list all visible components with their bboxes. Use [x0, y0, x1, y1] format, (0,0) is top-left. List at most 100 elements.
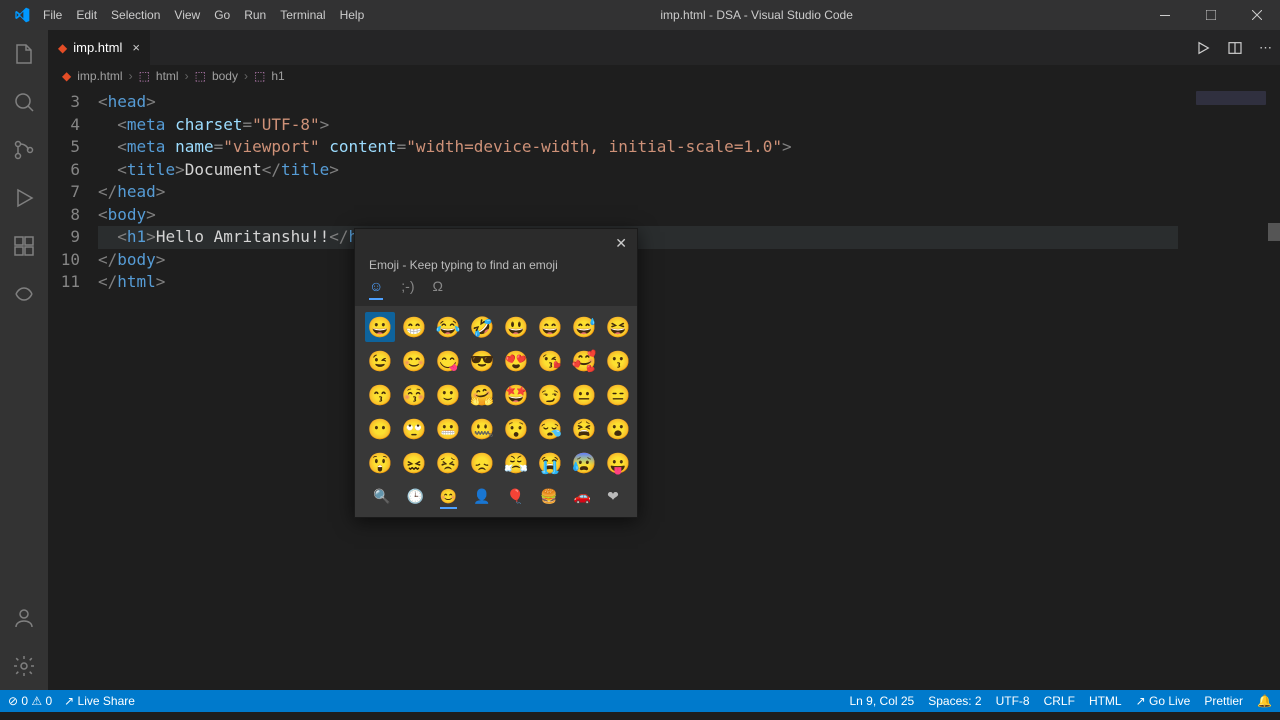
- emoji-cell[interactable]: 😬: [433, 414, 463, 444]
- emoji-categories: 🔍 🕒 😊 👤 🎈 🍔 🚗 ❤: [355, 482, 637, 517]
- emoji-cell[interactable]: 😰: [569, 448, 599, 478]
- emoji-cell[interactable]: 😑: [603, 380, 633, 410]
- emoji-cell[interactable]: 😁: [399, 312, 429, 342]
- emoji-mode-tabs: ☺ ;-) Ω: [355, 274, 637, 306]
- emoji-cell[interactable]: 😣: [433, 448, 463, 478]
- emoji-cell[interactable]: 😭: [535, 448, 565, 478]
- menu-go[interactable]: Go: [207, 4, 237, 26]
- emoji-cell[interactable]: 😃: [501, 312, 531, 342]
- menu-help[interactable]: Help: [333, 4, 372, 26]
- explorer-icon[interactable]: [0, 30, 48, 78]
- emoji-category[interactable]: 👤: [473, 488, 490, 509]
- emoji-cell[interactable]: 😊: [399, 346, 429, 376]
- maximize-button[interactable]: [1188, 0, 1234, 30]
- crumb[interactable]: imp.html: [77, 69, 122, 83]
- emoji-cell[interactable]: 😎: [467, 346, 497, 376]
- status-bar: ⊘ 0 ⚠ 0 ↗ Live Share Ln 9, Col 25 Spaces…: [0, 690, 1280, 712]
- emoji-cell[interactable]: 😮: [603, 414, 633, 444]
- emoji-category[interactable]: 🎈: [507, 488, 524, 509]
- emoji-cell[interactable]: 😲: [365, 448, 395, 478]
- menu-file[interactable]: File: [36, 4, 69, 26]
- emoji-cell[interactable]: 😘: [535, 346, 565, 376]
- scroll-indicator[interactable]: [1268, 223, 1280, 241]
- code-lines[interactable]: <head> <meta charset="UTF-8"> <meta name…: [98, 87, 1280, 690]
- search-icon[interactable]: [0, 78, 48, 126]
- live-share-icon[interactable]: [0, 270, 48, 318]
- status-language[interactable]: HTML: [1089, 694, 1122, 708]
- emoji-cell[interactable]: 😆: [603, 312, 633, 342]
- menu-terminal[interactable]: Terminal: [273, 4, 332, 26]
- emoji-category[interactable]: 🍔: [540, 488, 557, 509]
- emoji-tab-emoji[interactable]: ☺: [369, 278, 383, 300]
- run-debug-icon[interactable]: [0, 174, 48, 222]
- status-problems[interactable]: ⊘ 0 ⚠ 0: [8, 694, 52, 708]
- menu-edit[interactable]: Edit: [69, 4, 104, 26]
- crumb[interactable]: body: [212, 69, 238, 83]
- emoji-category[interactable]: ❤: [607, 488, 619, 509]
- emoji-cell[interactable]: 😗: [603, 346, 633, 376]
- run-file-button[interactable]: [1195, 40, 1211, 56]
- tab-filename: imp.html: [73, 40, 122, 55]
- split-editor-button[interactable]: [1227, 40, 1243, 56]
- emoji-cell[interactable]: 🤩: [501, 380, 531, 410]
- status-prettier[interactable]: Prettier: [1204, 694, 1243, 708]
- emoji-category[interactable]: 😊: [440, 488, 457, 509]
- breadcrumbs[interactable]: ◆ imp.html › ⬚ html › ⬚ body › ⬚ h1: [48, 65, 1280, 87]
- code-editor[interactable]: 34567891011 <head> <meta charset="UTF-8"…: [48, 87, 1280, 690]
- status-eol[interactable]: CRLF: [1044, 694, 1075, 708]
- source-control-icon[interactable]: [0, 126, 48, 174]
- emoji-cell[interactable]: 😙: [365, 380, 395, 410]
- emoji-cell[interactable]: 😏: [535, 380, 565, 410]
- accounts-icon[interactable]: [0, 594, 48, 642]
- status-indent[interactable]: Spaces: 2: [928, 694, 981, 708]
- tag-icon: ⬚: [139, 69, 150, 83]
- emoji-cell[interactable]: 😅: [569, 312, 599, 342]
- emoji-cell[interactable]: 🙂: [433, 380, 463, 410]
- close-window-button[interactable]: [1234, 0, 1280, 30]
- emoji-cell[interactable]: 😯: [501, 414, 531, 444]
- status-go-live[interactable]: ↗ Go Live: [1136, 694, 1191, 708]
- emoji-category[interactable]: 🚗: [574, 488, 591, 509]
- crumb[interactable]: h1: [271, 69, 284, 83]
- emoji-cell[interactable]: 😫: [569, 414, 599, 444]
- status-cursor-pos[interactable]: Ln 9, Col 25: [850, 694, 915, 708]
- emoji-cell[interactable]: 😛: [603, 448, 633, 478]
- emoji-cell[interactable]: 🙄: [399, 414, 429, 444]
- emoji-cell[interactable]: 😋: [433, 346, 463, 376]
- extensions-icon[interactable]: [0, 222, 48, 270]
- emoji-cell[interactable]: 😍: [501, 346, 531, 376]
- emoji-cell[interactable]: 😐: [569, 380, 599, 410]
- crumb[interactable]: html: [156, 69, 179, 83]
- emoji-cell[interactable]: 😪: [535, 414, 565, 444]
- tab-imp-html[interactable]: ◆ imp.html ×: [48, 30, 151, 65]
- menu-selection[interactable]: Selection: [104, 4, 167, 26]
- emoji-category[interactable]: 🕒: [406, 488, 423, 509]
- menu-view[interactable]: View: [167, 4, 207, 26]
- minimize-button[interactable]: [1142, 0, 1188, 30]
- emoji-cell[interactable]: 😀: [365, 312, 395, 342]
- emoji-cell[interactable]: 🤣: [467, 312, 497, 342]
- emoji-cell[interactable]: 😶: [365, 414, 395, 444]
- emoji-cell[interactable]: 😖: [399, 448, 429, 478]
- emoji-cell[interactable]: 🤐: [467, 414, 497, 444]
- emoji-cell[interactable]: 😄: [535, 312, 565, 342]
- emoji-category[interactable]: 🔍: [373, 488, 390, 509]
- emoji-close-button[interactable]: ✕: [615, 235, 627, 252]
- emoji-cell[interactable]: 🥰: [569, 346, 599, 376]
- emoji-cell[interactable]: 😤: [501, 448, 531, 478]
- emoji-cell[interactable]: 🤗: [467, 380, 497, 410]
- emoji-cell[interactable]: 😉: [365, 346, 395, 376]
- settings-icon[interactable]: [0, 642, 48, 690]
- emoji-tab-kaomoji[interactable]: ;-): [401, 278, 414, 300]
- window-title: imp.html - DSA - Visual Studio Code: [371, 8, 1142, 22]
- status-live-share[interactable]: ↗ Live Share: [64, 694, 135, 708]
- emoji-cell[interactable]: 😚: [399, 380, 429, 410]
- more-actions-button[interactable]: ⋯: [1259, 40, 1272, 56]
- emoji-tab-symbols[interactable]: Ω: [433, 278, 443, 300]
- menu-run[interactable]: Run: [237, 4, 273, 26]
- status-encoding[interactable]: UTF-8: [996, 694, 1030, 708]
- emoji-cell[interactable]: 😂: [433, 312, 463, 342]
- status-notifications[interactable]: 🔔: [1257, 694, 1272, 708]
- tab-close-icon[interactable]: ×: [132, 40, 140, 55]
- emoji-cell[interactable]: 😞: [467, 448, 497, 478]
